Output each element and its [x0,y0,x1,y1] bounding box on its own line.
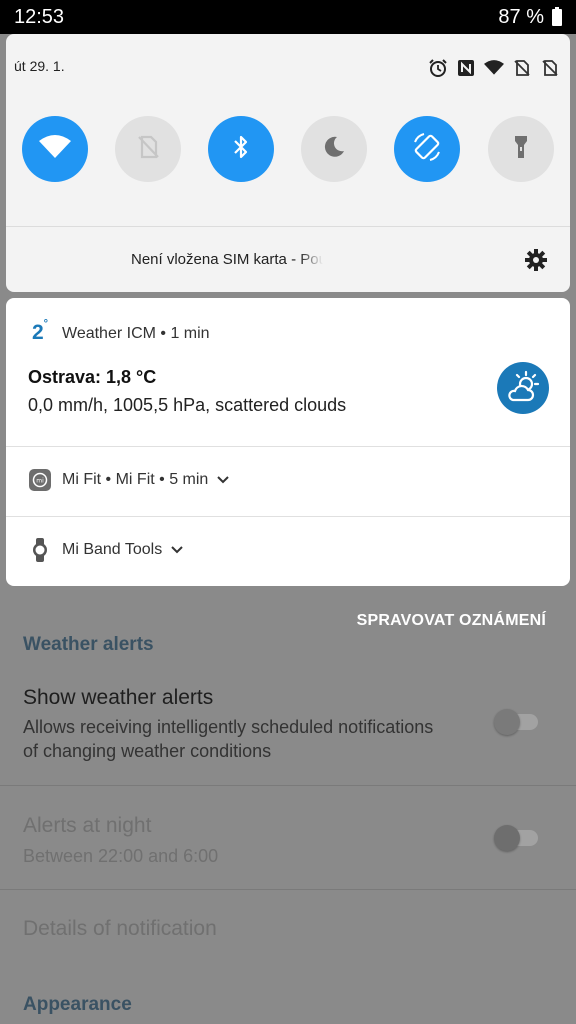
sim-off-icon [136,134,160,165]
nfc-icon [456,58,476,78]
notification-mi-fit[interactable]: mi Mi Fit • Mi Fit • 5 min [6,447,570,515]
settings-gear-icon[interactable] [524,248,548,272]
chevron-down-icon [217,476,229,484]
system-icons [428,58,560,78]
bluetooth-icon [231,134,251,165]
alerts-at-night-description: Between 22:00 and 6:00 [23,846,219,866]
tile-mobile-data[interactable] [115,116,181,182]
sim-status-text: Není vložena SIM karta - Pouze tísňová v… [131,251,323,268]
date-label: út 29. 1. [14,58,65,74]
notification-title: Ostrava: 1,8 °C [28,367,157,387]
notification-app-name: Weather ICM • 1 min [62,325,210,342]
moon-icon [321,134,347,165]
sim-off-icon [540,58,560,78]
flashlight-icon [511,133,531,166]
alarm-icon [428,58,448,78]
manage-notifications-button[interactable]: SPRAVOVAT OZNÁMENÍ [357,612,546,630]
quick-tiles-row [22,116,554,182]
tile-do-not-disturb[interactable] [301,116,367,182]
battery-percentage: 87 % [498,6,544,28]
partly-cloudy-icon [497,362,549,414]
notification-mi-band-tools[interactable]: Mi Band Tools [6,517,570,586]
tile-wifi[interactable] [22,116,88,182]
mi-fit-icon: mi [28,468,52,492]
show-weather-alerts-description: Allows receiving intelligently scheduled… [23,717,434,761]
svg-text:mi: mi [36,478,44,485]
divider [0,785,576,786]
show-weather-alerts-toggle[interactable] [494,709,538,735]
notification-weather-icm[interactable]: 2° Weather ICM • 1 min Ostrava: 1,8 °C 0… [6,298,570,446]
rotate-icon [410,130,444,169]
section-weather-alerts: Weather alerts [23,634,154,655]
watch-icon [28,538,52,562]
tile-bluetooth[interactable] [208,116,274,182]
notification-text: 0,0 mm/h, 1005,5 hPa, scattered clouds [28,395,347,415]
battery-icon [552,7,562,26]
divider [6,226,570,227]
notification-app-name: Mi Fit • Mi Fit • 5 min [62,471,229,489]
notifications-card: 2° Weather ICM • 1 min Ostrava: 1,8 °C 0… [6,298,570,586]
tile-auto-rotate[interactable] [394,116,460,182]
divider [0,889,576,890]
weather-icm-small-icon: 2° [31,318,49,344]
details-of-notification[interactable]: Details of notification [23,917,217,941]
chevron-down-icon [170,546,183,554]
status-bar: 12:53 87 % [0,0,576,34]
status-time: 12:53 [14,6,65,28]
alerts-at-night-toggle[interactable] [494,825,538,851]
notification-app-name: Mi Band Tools [62,541,183,559]
wifi-icon [39,134,71,165]
tile-flashlight[interactable] [488,116,554,182]
show-weather-alerts-title[interactable]: Show weather alerts [23,686,213,710]
sim-off-icon [512,58,532,78]
alerts-at-night-title[interactable]: Alerts at night [23,814,151,838]
quick-settings-panel: út 29. 1. Není vložena SIM karta - Pou [6,34,570,292]
wifi-signal-icon [484,58,504,78]
section-appearance: Appearance [23,994,132,1015]
